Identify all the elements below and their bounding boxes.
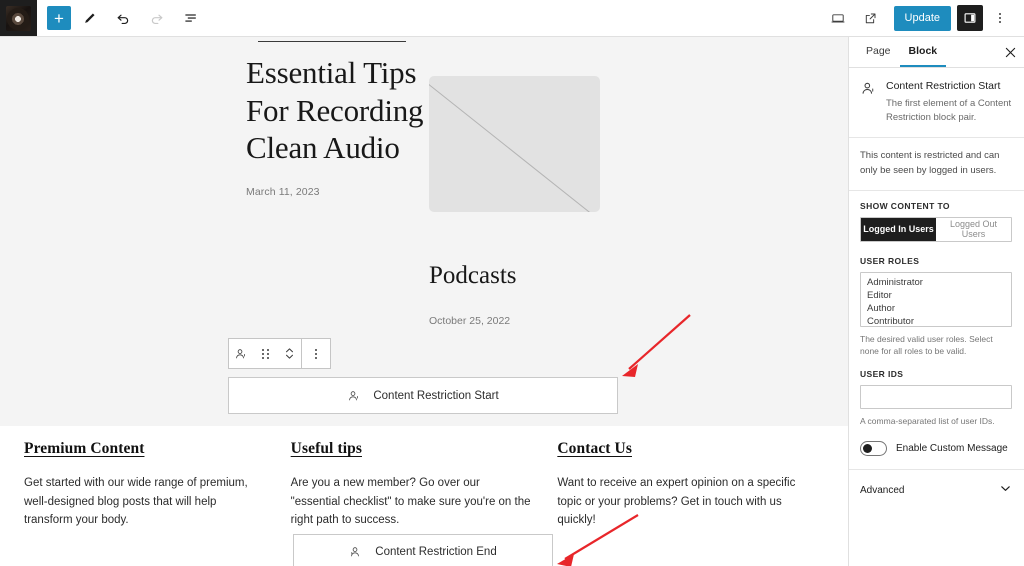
top-bar-right-tools: Update <box>822 0 1024 36</box>
restriction-note: This content is restricted and can only … <box>849 138 1024 191</box>
close-sidebar-button[interactable] <box>996 37 1024 67</box>
annotation-arrow-to-start-block <box>622 314 691 377</box>
editor-options-button[interactable] <box>984 2 1016 34</box>
redo-arrow-icon <box>151 14 163 25</box>
toggle-knob <box>863 443 872 453</box>
site-logo-thumbnail <box>6 5 31 31</box>
secondary-post-title[interactable]: Podcasts <box>429 262 517 290</box>
content-restriction-person-icon <box>351 546 360 556</box>
block-toolbar-main-group <box>229 339 301 368</box>
columns-block: Premium Content Get started with our wid… <box>0 426 848 530</box>
user-ids-help-text: A comma-separated list of user IDs. <box>860 416 995 427</box>
chevron-down-icon <box>999 482 1012 500</box>
update-button[interactable]: Update <box>893 5 951 31</box>
editor-canvas: Essential Tips For Recording Clean Audio… <box>0 37 848 566</box>
role-option-contributor[interactable]: Contributor <box>867 316 1011 326</box>
role-option-editor[interactable]: Editor <box>867 290 1011 303</box>
undo-arrow-icon <box>117 14 129 25</box>
column-paragraph[interactable]: Want to receive an expert opinion on a s… <box>557 474 798 530</box>
edit-tool-button[interactable] <box>73 2 105 34</box>
block-info-text: Content Restriction Start The first elem… <box>886 79 1012 124</box>
undo-button[interactable] <box>107 2 139 34</box>
show-content-to-label: SHOW CONTENT TO <box>860 200 950 211</box>
move-block-button[interactable] <box>277 339 301 368</box>
enable-custom-message-toggle[interactable] <box>860 440 887 456</box>
content-restriction-end-block[interactable]: Content Restriction End <box>293 534 553 566</box>
user-roles-section: USER ROLES Administrator Editor Author C… <box>849 242 1024 358</box>
tab-block[interactable]: Block <box>899 37 947 67</box>
restriction-start-label: Content Restriction Start <box>373 389 499 402</box>
option-logged-out-users[interactable]: Logged Out Users <box>936 217 1011 241</box>
redo-button[interactable] <box>141 2 173 34</box>
external-link-icon <box>865 13 876 23</box>
advanced-accordion[interactable]: Advanced <box>849 468 1024 512</box>
view-post-button[interactable] <box>855 2 887 34</box>
sidebar-tabs: Page Block <box>849 37 1024 68</box>
user-ids-input[interactable] <box>860 385 1012 410</box>
option-logged-in-users[interactable]: Logged In Users <box>861 217 936 241</box>
column-premium-content: Premium Content Get started with our wid… <box>24 440 291 530</box>
drag-handle-button[interactable] <box>253 339 277 368</box>
show-content-to-section: SHOW CONTENT TO Logged In Users Logged O… <box>849 191 1024 242</box>
column-contact-us: Contact Us Want to receive an expert opi… <box>557 440 824 530</box>
role-option-author[interactable]: Author <box>867 303 1011 316</box>
content-restriction-person-icon <box>236 348 245 358</box>
restriction-end-label: Content Restriction End <box>375 545 497 558</box>
block-info-description: The first element of a Content Restricti… <box>886 98 1012 123</box>
placeholder-diagonal-line <box>429 76 600 212</box>
column-paragraph[interactable]: Get started with our wide range of premi… <box>24 474 265 530</box>
drag-handle-icon <box>261 348 269 359</box>
block-info-title: Content Restriction Start <box>886 80 1001 92</box>
editor-top-bar: + Update <box>0 0 1024 37</box>
column-heading[interactable]: Premium Content <box>24 440 265 458</box>
sidebar-toggle-icon <box>964 13 976 23</box>
column-useful-tips: Useful tips Are you a new member? Go ove… <box>291 440 558 530</box>
tab-page[interactable]: Page <box>857 37 900 67</box>
close-icon <box>1005 47 1015 57</box>
move-up-down-icon <box>285 348 293 359</box>
enable-custom-message-label: Enable Custom Message <box>896 442 1008 454</box>
desktop-icon <box>831 14 844 23</box>
block-type-button[interactable] <box>229 339 253 368</box>
plus-icon: + <box>54 8 64 28</box>
block-options-button[interactable] <box>302 339 330 368</box>
settings-sidebar-toggle[interactable] <box>957 5 983 31</box>
advanced-label: Advanced <box>860 485 905 497</box>
block-toolbar <box>228 338 331 369</box>
block-editor-app: + Update Essential Tips For Recording Cl… <box>0 0 1024 566</box>
pencil-icon <box>84 12 95 23</box>
featured-image-placeholder[interactable] <box>429 76 600 212</box>
user-ids-section: USER IDS A comma-separated list of user … <box>849 357 1024 427</box>
user-ids-label: USER IDS <box>860 369 904 380</box>
post-title[interactable]: Essential Tips For Recording Clean Audio <box>246 54 431 167</box>
top-bar-left-tools: + <box>37 0 207 36</box>
user-roles-label: USER ROLES <box>860 255 920 266</box>
secondary-post-date[interactable]: October 25, 2022 <box>429 315 510 327</box>
site-icon-button[interactable] <box>0 0 37 36</box>
list-view-button[interactable] <box>175 2 207 34</box>
column-paragraph[interactable]: Are you a new member? Go over our "essen… <box>291 474 532 530</box>
block-info-panel: Content Restriction Start The first elem… <box>849 68 1024 139</box>
content-restriction-start-block[interactable]: Content Restriction Start <box>228 377 618 414</box>
canvas-scroll-region: Essential Tips For Recording Clean Audio… <box>0 37 848 566</box>
content-restriction-person-icon <box>349 390 359 400</box>
three-dots-vertical-icon <box>315 348 317 359</box>
role-option-administrator[interactable]: Administrator <box>867 277 1011 290</box>
three-dots-vertical-icon <box>999 13 1001 23</box>
content-restriction-person-icon <box>862 82 874 94</box>
column-heading[interactable]: Contact Us <box>557 440 798 458</box>
add-block-button[interactable]: + <box>47 6 71 30</box>
enable-custom-message-row: Enable Custom Message <box>849 428 1024 469</box>
preview-button[interactable] <box>822 2 854 34</box>
column-heading[interactable]: Useful tips <box>291 440 532 458</box>
user-roles-listbox[interactable]: Administrator Editor Author Contributor … <box>860 271 1012 327</box>
list-view-icon <box>185 14 196 22</box>
show-content-to-toggle-group: Logged In Users Logged Out Users <box>860 216 1012 242</box>
user-roles-help-text: The desired valid user roles. Select non… <box>860 333 993 357</box>
content-top-divider <box>258 41 406 42</box>
editor-body: Essential Tips For Recording Clean Audio… <box>0 37 1024 566</box>
settings-sidebar: Page Block Content Restriction Start The… <box>848 37 1024 566</box>
